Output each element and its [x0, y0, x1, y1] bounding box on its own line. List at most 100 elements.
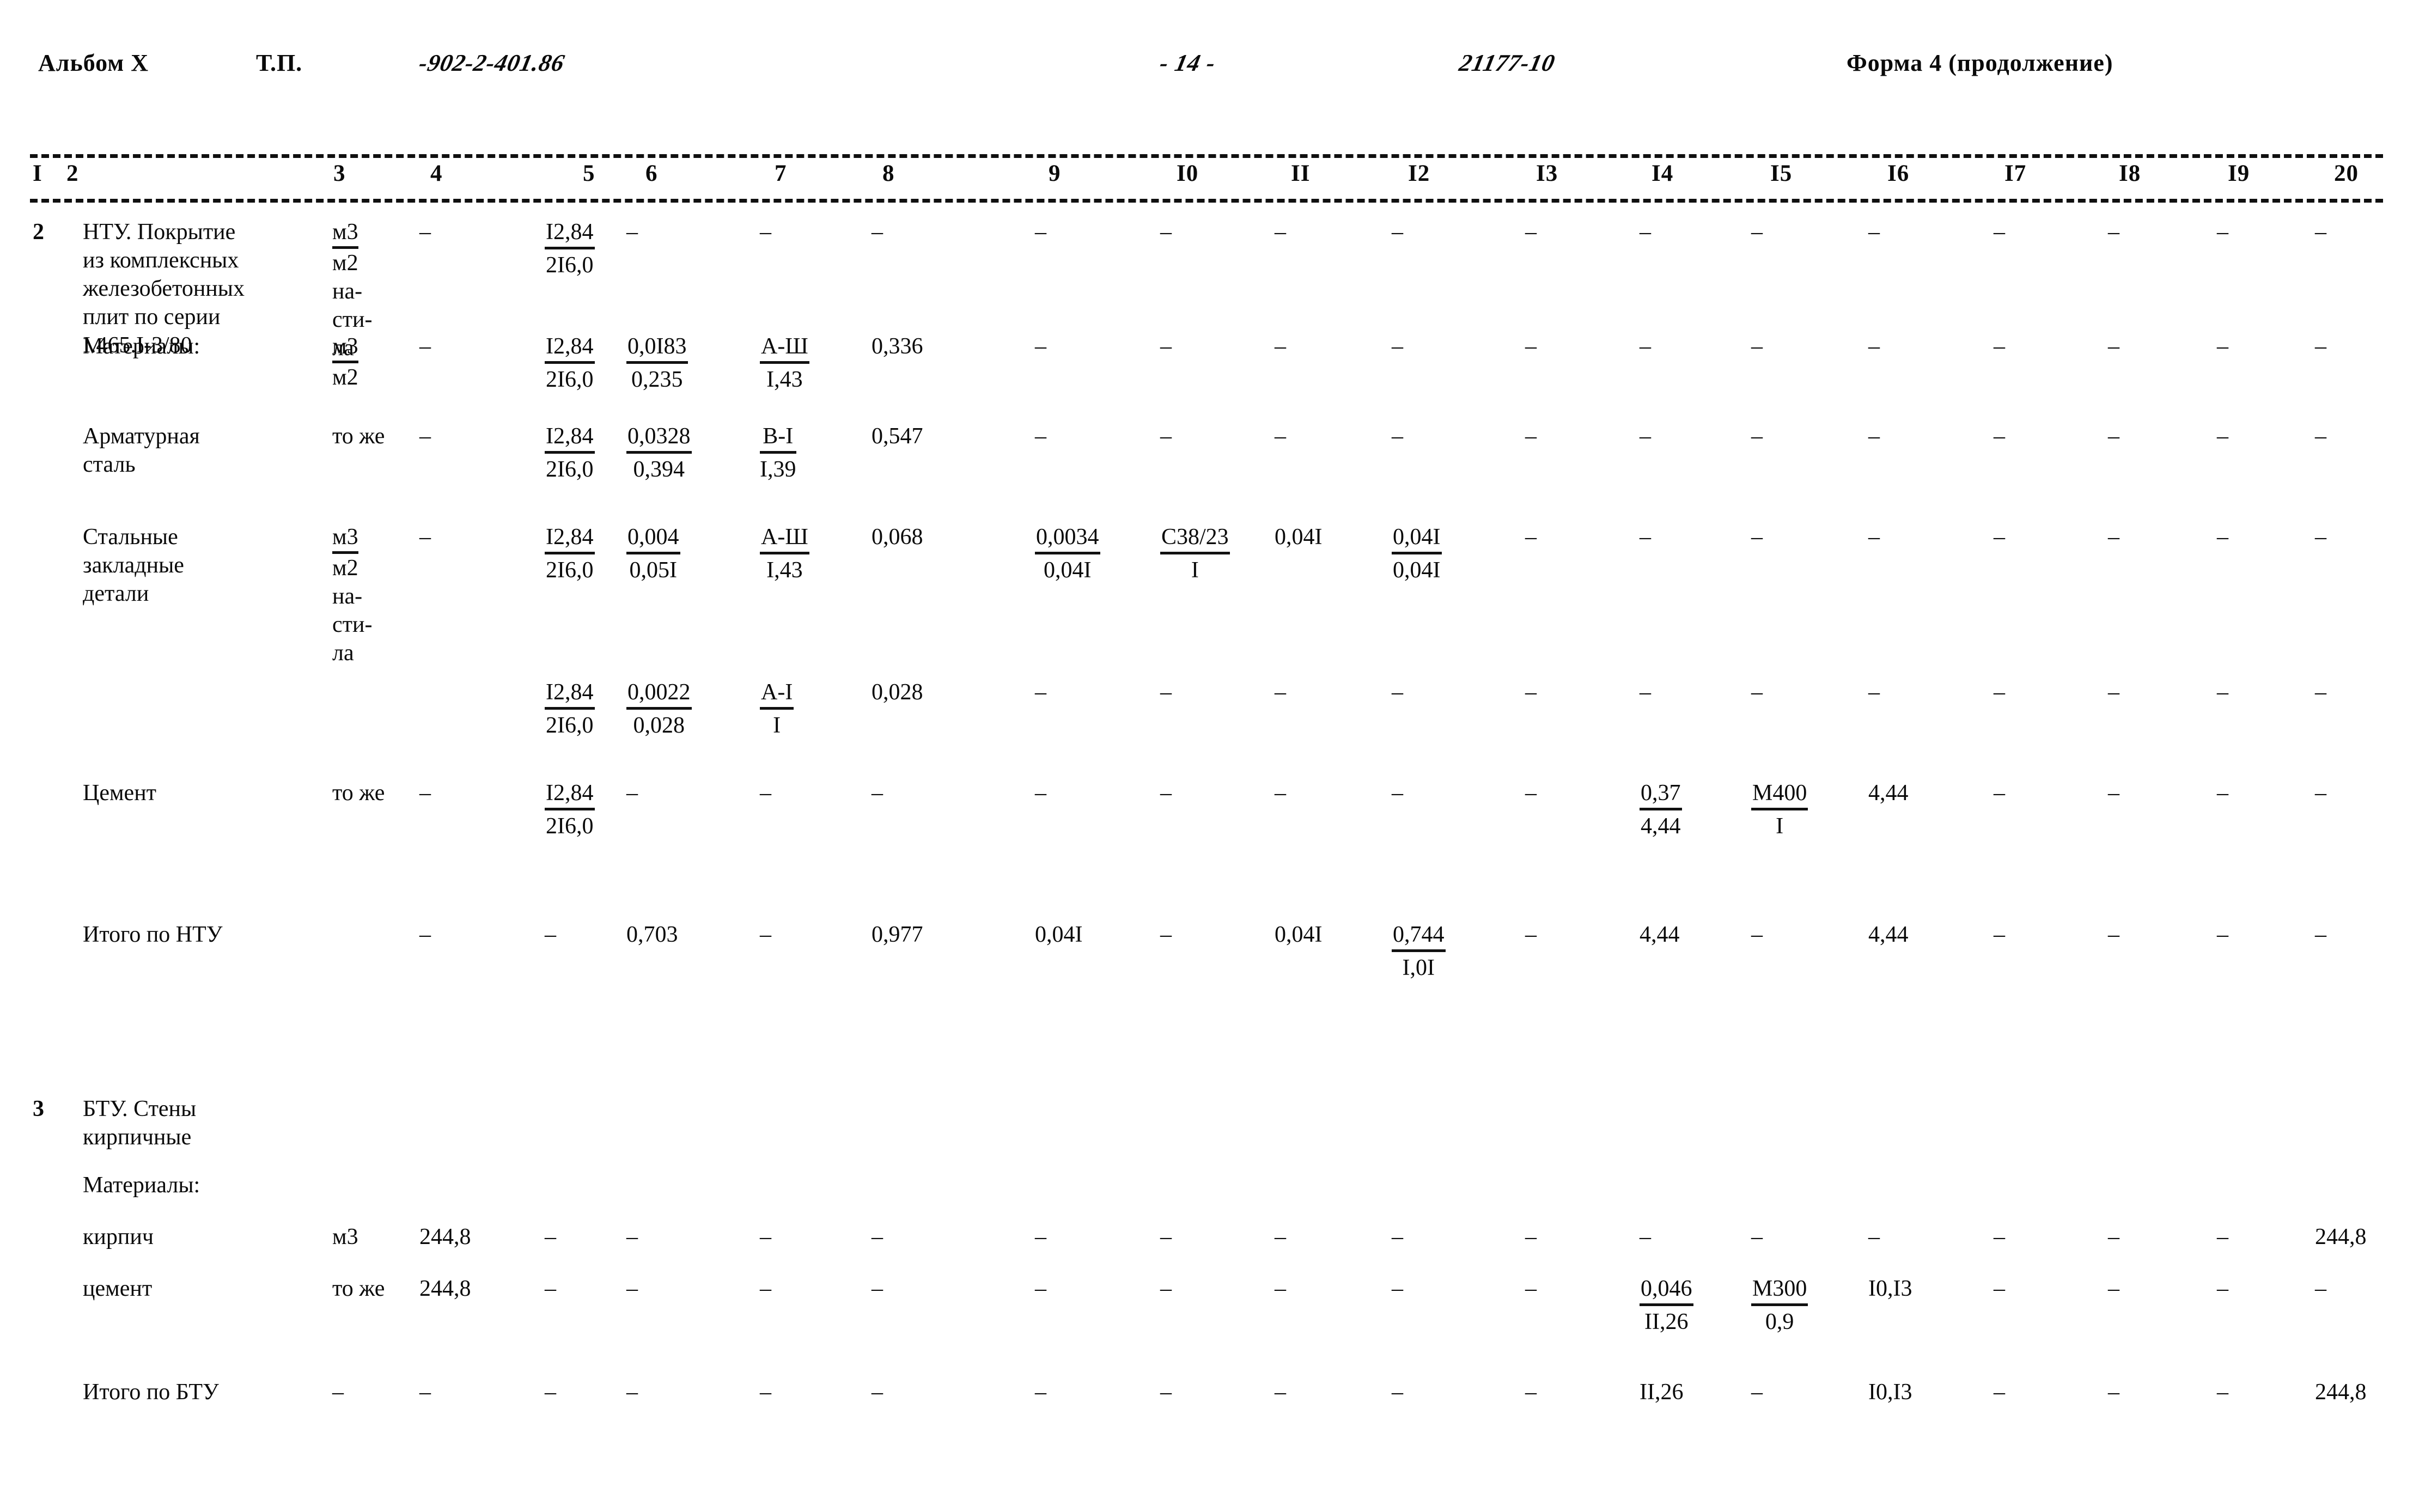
cell-col-8: – [872, 1380, 883, 1405]
cell-col-17: – [1994, 334, 2005, 359]
cell-col-18: – [2108, 1276, 2119, 1301]
row-label: Арматурная сталь [83, 424, 200, 477]
cell-col-15: М300 0,9 [1751, 1275, 1808, 1336]
cell-col-10: – [1160, 781, 1172, 806]
table-row: Цемент то же – I2,84 2I6,0 – – – – – – – – 0,37 4,44 М4… [0, 779, 2413, 920]
cell-col-18: – [2108, 680, 2119, 705]
column-number-2: 2 [66, 161, 79, 186]
cell-col-20: – [2315, 424, 2326, 449]
cell-col-15: – [1751, 220, 1763, 245]
cell-col-17: – [1994, 424, 2005, 449]
cell-col-17: – [1994, 922, 2005, 947]
cell-col-5: I2,84 2I6,0 [545, 779, 595, 840]
cell-col-11: – [1275, 1224, 1286, 1249]
cell-col-16: – [1868, 424, 1880, 449]
scanned-document-page: Альбом X Т.П. -902-2-401.86 - 14 - 21177… [0, 0, 2413, 1512]
cell-col-14: – [1640, 424, 1651, 449]
row-label: Материалы: [83, 1173, 200, 1198]
cell-col-15: – [1751, 922, 1763, 947]
cell-col-16: 4,44 [1868, 781, 1909, 806]
table-row: Итого по БТУ – – – – – – – – – – – II,26 – I0,I3 – – – 244… [0, 1378, 2413, 1443]
cell-col-15: – [1751, 680, 1763, 705]
cell-col-8: – [872, 220, 883, 245]
column-number-19: I9 [2228, 161, 2250, 186]
cell-col-7: – [760, 922, 771, 947]
table-row: 3 БТУ. Стены кирпичные [0, 1095, 2413, 1171]
cell-col-9: – [1035, 680, 1046, 705]
cell-col-7: – [760, 1276, 771, 1301]
cell-col-9: – [1035, 220, 1046, 245]
column-number-15: I5 [1770, 161, 1793, 186]
cell-col-16: I0,I3 [1868, 1380, 1912, 1405]
cell-col-12: – [1392, 220, 1403, 245]
cell-col-13: – [1525, 1276, 1537, 1301]
cell-col-13: – [1525, 922, 1537, 947]
cell-col-4: – [419, 220, 431, 245]
cell-col-11: – [1275, 334, 1286, 359]
cell-col-11: – [1275, 781, 1286, 806]
table-top-dashed-rule [30, 154, 2383, 158]
cell-col-16: – [1868, 680, 1880, 705]
cell-col-15: М400 I [1751, 779, 1808, 840]
column-number-1: I [33, 161, 42, 186]
cell-col-13: – [1525, 1380, 1537, 1405]
column-number-18: I8 [2119, 161, 2141, 186]
cell-col-11: – [1275, 1380, 1286, 1405]
column-number-16: I6 [1887, 161, 1910, 186]
row-label: кирпич [83, 1224, 154, 1249]
cell-col-14: – [1640, 220, 1651, 245]
table-bottom-dashed-rule [30, 199, 2383, 203]
cell-col-5: I2,84 2I6,0 [545, 523, 595, 584]
cell-col-16: – [1868, 334, 1880, 359]
cell-col-6: 0,0328 0,394 [626, 422, 692, 484]
unit-cell: то же [332, 781, 385, 806]
cell-col-8: 0,028 [872, 680, 923, 705]
cell-col-10: – [1160, 680, 1172, 705]
cell-col-7: В-I I,39 [760, 422, 796, 484]
order-number-handwritten: 21177-10 [1457, 50, 1558, 76]
unit-cell: то же [332, 424, 385, 449]
cell-col-4: – [419, 525, 431, 550]
table-row: Арматурная сталь то же – I2,84 2I6,0 0,0328 0,… [0, 422, 2413, 523]
cell-col-7: – [760, 1380, 771, 1405]
cell-col-7: А-Ш I,43 [760, 332, 809, 394]
column-number-12: I2 [1408, 161, 1430, 186]
cell-col-19: – [2217, 525, 2228, 550]
cell-col-8: 0,547 [872, 424, 923, 449]
column-number-9: 9 [1049, 161, 1061, 186]
column-number-20: 20 [2334, 161, 2359, 186]
cell-col-6: – [626, 220, 638, 245]
cell-col-13: – [1525, 781, 1537, 806]
cell-col-12: – [1392, 1276, 1403, 1301]
form-label: Форма 4 (продолжение) [1847, 50, 2113, 76]
cell-col-8: – [872, 781, 883, 806]
cell-col-17: – [1994, 1276, 2005, 1301]
cell-col-19: – [2217, 334, 2228, 359]
cell-col-6: 0,703 [626, 922, 678, 947]
cell-col-19: – [2217, 1276, 2228, 1301]
cell-col-11: 0,04I [1275, 922, 1323, 947]
cell-col-18: – [2108, 781, 2119, 806]
cell-col-9: 0,0034 0,04I [1035, 523, 1100, 584]
row-label: Цемент [83, 781, 157, 806]
cell-col-6: – [626, 1224, 638, 1249]
cell-col-4: – [419, 334, 431, 359]
row-label: Итого по БТУ [83, 1380, 219, 1405]
cell-col-5: I2,84 2I6,0 [545, 422, 595, 484]
cell-col-7: А-I I [760, 678, 794, 740]
cell-col-7: – [760, 220, 771, 245]
column-number-row: I 2 3 4 5 6 7 8 9 I0 II I2 I3 I4 I5 I6 I… [0, 160, 2413, 194]
cell-col-10: – [1160, 922, 1172, 947]
cell-col-10: С38/23 I [1160, 523, 1230, 584]
cell-col-19: – [2217, 220, 2228, 245]
unit-cell: м3 м2 на- сти- ла [332, 523, 372, 667]
cell-col-12: – [1392, 1380, 1403, 1405]
table-row: 2 НТУ. Покрытие из комплексных железобето… [0, 218, 2413, 361]
cell-col-16: I0,I3 [1868, 1276, 1912, 1301]
cell-col-10: – [1160, 1380, 1172, 1405]
cell-col-9: – [1035, 424, 1046, 449]
cell-col-20: – [2315, 1276, 2326, 1301]
cell-col-10: – [1160, 1224, 1172, 1249]
cell-col-3: – [332, 1380, 344, 1405]
cell-col-15: – [1751, 1380, 1763, 1405]
